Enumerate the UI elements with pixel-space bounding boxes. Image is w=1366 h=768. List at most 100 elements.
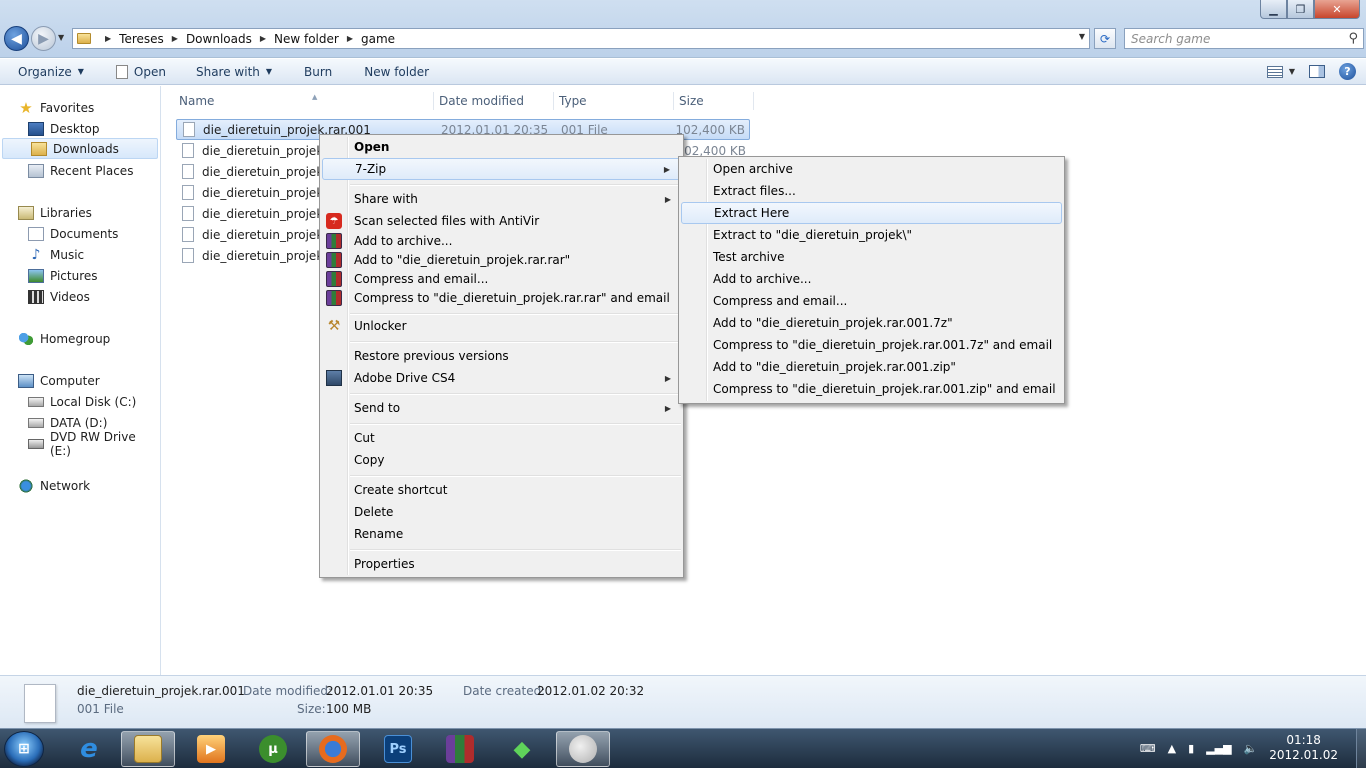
back-button[interactable]: ◀ xyxy=(4,26,29,51)
7zip-add-zip[interactable]: Add to "die_dieretuin_projek.rar.001.zip… xyxy=(681,356,1062,378)
breadcrumb-new-folder[interactable]: New folder xyxy=(274,32,339,46)
nav-recent-places[interactable]: Recent Places xyxy=(28,160,133,181)
menu-unlocker[interactable]: ⚒ Unlocker xyxy=(322,315,681,337)
chevron-right-icon[interactable]: ▶ xyxy=(260,34,266,43)
7zip-extract-to[interactable]: Extract to "die_dieretuin_projek\" xyxy=(681,224,1062,246)
taskbar-firefox[interactable] xyxy=(306,731,360,767)
refresh-button[interactable]: ⟳ xyxy=(1094,28,1116,49)
taskbar-paint[interactable] xyxy=(556,731,610,767)
nav-music[interactable]: ♪ Music xyxy=(28,244,85,265)
recent-pages-dropdown[interactable]: ▼ xyxy=(58,33,64,42)
new-folder-button[interactable]: New folder xyxy=(342,59,439,85)
navigation-pane: ★ Favorites Desktop Downloads Recent Plac… xyxy=(0,86,161,675)
search-input[interactable]: Search game ⚲ xyxy=(1124,28,1364,49)
volume-icon[interactable]: 🔈 xyxy=(1244,742,1258,755)
nav-videos[interactable]: Videos xyxy=(28,286,90,307)
column-header-name[interactable]: Name ▲ xyxy=(174,92,434,110)
taskbar-sims[interactable]: ◆ xyxy=(495,731,549,767)
open-button[interactable]: Open xyxy=(94,59,176,85)
signal-icon[interactable]: ▂▄▆ xyxy=(1206,742,1231,755)
7zip-test-archive[interactable]: Test archive xyxy=(681,246,1062,268)
menu-7zip[interactable]: 7-Zip ▶ xyxy=(322,158,681,180)
burn-button[interactable]: Burn xyxy=(282,59,342,85)
menu-send-to[interactable]: Send to ▶ xyxy=(322,397,681,419)
nav-computer[interactable]: Computer xyxy=(18,370,100,391)
preview-pane-icon[interactable] xyxy=(1309,65,1325,78)
chevron-down-icon[interactable]: ▼ xyxy=(1289,67,1295,76)
7zip-extract-to-label: Extract to "die_dieretuin_projek\" xyxy=(713,228,913,242)
nav-network[interactable]: Network xyxy=(18,475,90,496)
help-icon[interactable]: ? xyxy=(1339,63,1356,80)
breadcrumb: ▶ Tereses ▶ Downloads ▶ New folder ▶ gam… xyxy=(97,32,395,46)
7zip-compress-zip-email-label: Compress to "die_dieretuin_projek.rar.00… xyxy=(713,382,1056,396)
nav-pictures[interactable]: Pictures xyxy=(28,265,98,286)
nav-favorites[interactable]: ★ Favorites xyxy=(18,97,94,118)
7zip-extract-files[interactable]: Extract files... xyxy=(681,180,1062,202)
show-desktop-button[interactable] xyxy=(1356,729,1366,768)
address-history-dropdown[interactable]: ▼ xyxy=(1079,32,1085,41)
menu-adobe-drive[interactable]: Adobe Drive CS4 ▶ xyxy=(322,367,681,389)
breadcrumb-game[interactable]: game xyxy=(361,32,395,46)
maximize-button[interactable]: ❐ xyxy=(1287,0,1314,19)
menu-cut[interactable]: Cut xyxy=(322,427,681,449)
nav-dvd-drive[interactable]: DVD RW Drive (E:) xyxy=(28,430,160,458)
forward-button[interactable]: ▶ xyxy=(31,26,56,51)
taskbar-explorer[interactable] xyxy=(121,731,175,767)
7zip-add-to-archive[interactable]: Add to archive... xyxy=(681,268,1062,290)
7zip-compress-7z-email[interactable]: Compress to "die_dieretuin_projek.rar.00… xyxy=(681,334,1062,356)
nav-libraries[interactable]: Libraries xyxy=(18,202,92,223)
nav-downloads[interactable]: Downloads xyxy=(2,138,158,159)
column-header-date-modified[interactable]: Date modified xyxy=(434,92,554,110)
show-hidden-icons-icon[interactable]: ▲ xyxy=(1168,742,1176,755)
menu-delete[interactable]: Delete xyxy=(322,501,681,523)
7zip-extract-here[interactable]: Extract Here xyxy=(681,202,1062,224)
breadcrumb-tereses[interactable]: Tereses xyxy=(119,32,164,46)
taskbar-ie[interactable]: e xyxy=(62,731,116,767)
nav-homegroup[interactable]: Homegroup xyxy=(18,328,110,349)
7zip-add-7z[interactable]: Add to "die_dieretuin_projek.rar.001.7z" xyxy=(681,312,1062,334)
chevron-right-icon[interactable]: ▶ xyxy=(172,34,178,43)
menu-properties[interactable]: Properties xyxy=(322,553,681,575)
organize-label: Organize xyxy=(18,64,72,79)
clock[interactable]: 01:18 2012.01.02 xyxy=(1269,733,1338,763)
chevron-right-icon[interactable]: ▶ xyxy=(105,34,111,43)
search-icon[interactable]: ⚲ xyxy=(1348,31,1358,46)
menu-open[interactable]: Open xyxy=(322,136,681,158)
column-header-size[interactable]: Size xyxy=(674,92,754,110)
window-controls: ▁ ❐ ✕ xyxy=(1260,0,1360,19)
organize-button[interactable]: Organize ▼ xyxy=(0,59,94,85)
paint-icon xyxy=(569,735,597,763)
keyboard-icon[interactable]: ⌨ xyxy=(1140,742,1156,755)
menu-share-with[interactable]: Share with ▶ xyxy=(322,188,681,210)
menu-create-shortcut[interactable]: Create shortcut xyxy=(322,479,681,501)
details-size-label: Size: xyxy=(297,702,326,716)
close-button[interactable]: ✕ xyxy=(1314,0,1360,19)
nav-local-disk[interactable]: Local Disk (C:) xyxy=(28,391,136,412)
7zip-open-archive[interactable]: Open archive xyxy=(681,158,1062,180)
nav-documents[interactable]: Documents xyxy=(28,223,118,244)
column-header-type[interactable]: Type xyxy=(554,92,674,110)
minimize-button[interactable]: ▁ xyxy=(1260,0,1287,19)
power-icon[interactable]: ▮ xyxy=(1188,742,1194,755)
menu-compress-rar-email[interactable]: Compress to "die_dieretuin_projek.rar.ra… xyxy=(322,287,681,309)
start-button[interactable]: ⊞ xyxy=(4,731,44,767)
menu-copy[interactable]: Copy xyxy=(322,449,681,471)
taskbar-utorrent[interactable]: µ xyxy=(246,731,300,767)
menu-rename[interactable]: Rename xyxy=(322,523,681,545)
taskbar-media-player[interactable]: ▶ xyxy=(184,731,238,767)
view-options-icon[interactable] xyxy=(1266,65,1283,78)
chevron-right-icon[interactable]: ▶ xyxy=(347,34,353,43)
nav-pictures-label: Pictures xyxy=(50,268,98,283)
breadcrumb-downloads[interactable]: Downloads xyxy=(186,32,252,46)
taskbar-winrar[interactable] xyxy=(433,731,487,767)
menu-antivir[interactable]: ☂ Scan selected files with AntiVir xyxy=(322,210,681,232)
file-icon xyxy=(182,185,194,200)
address-bar[interactable]: ▶ Tereses ▶ Downloads ▶ New folder ▶ gam… xyxy=(72,28,1090,49)
7zip-compress-zip-email[interactable]: Compress to "die_dieretuin_projek.rar.00… xyxy=(681,378,1062,400)
nav-desktop[interactable]: Desktop xyxy=(28,118,100,139)
taskbar-photoshop[interactable]: Ps xyxy=(371,731,425,767)
share-with-button[interactable]: Share with ▼ xyxy=(176,59,282,85)
menu-restore-versions[interactable]: Restore previous versions xyxy=(322,345,681,367)
7zip-compress-email[interactable]: Compress and email... xyxy=(681,290,1062,312)
explorer-folder-icon xyxy=(134,735,162,763)
